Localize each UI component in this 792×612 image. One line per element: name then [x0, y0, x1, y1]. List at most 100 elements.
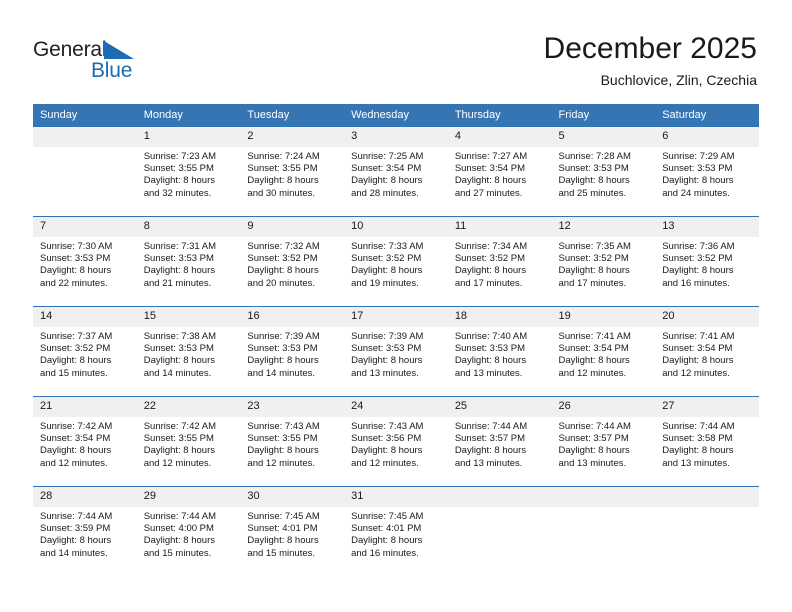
calendar-day-cell[interactable]: 5 Sunrise: 7:28 AM Sunset: 3:53 PM Daylight… [551, 126, 656, 217]
day-detail-line: and 17 minutes. [454, 277, 523, 289]
day-number: 14 [33, 307, 137, 327]
day-details: Sunrise: 7:40 AM Sunset: 3:53 PM Daylight:… [448, 327, 552, 380]
calendar-day-cell[interactable]: 24 Sunrise: 7:43 AM Sunset: 3:56 PM Dayligh… [344, 396, 448, 487]
day-detail-line: Daylight: 8 hours [662, 445, 734, 457]
day-detail-line: Sunset: 3:55 PM [143, 433, 214, 445]
day-detail-line: Sunrise: 7:44 AM [662, 421, 735, 432]
day-detail-line: Sunset: 3:53 PM [40, 253, 111, 265]
day-number: 28 [33, 487, 137, 507]
day-detail-line: Sunset: 3:56 PM [351, 433, 422, 445]
day-detail-line: Sunrise: 7:34 AM [454, 241, 528, 252]
calendar-day-cell[interactable]: 4 Sunrise: 7:27 AM Sunset: 3:54 PM Daylight… [447, 126, 552, 217]
calendar-day-cell[interactable]: 16 Sunrise: 7:39 AM Sunset: 3:53 PM Dayligh… [240, 306, 345, 397]
day-detail-line: Sunset: 4:01 PM [247, 523, 318, 535]
day-number: 27 [655, 397, 759, 417]
calendar-day-cell[interactable]: 12 Sunrise: 7:35 AM Sunset: 3:52 PM Dayligh… [551, 216, 656, 307]
day-details: Sunrise: 7:39 AM Sunset: 3:53 PM Daylight:… [240, 327, 344, 380]
day-detail-line: Sunrise: 7:41 AM [558, 331, 631, 342]
weekday-header-friday: Friday [551, 104, 656, 127]
day-detail-line: and 14 minutes. [143, 367, 212, 379]
day-detail-line: Sunrise: 7:41 AM [662, 331, 735, 342]
calendar-day-cell[interactable]: 29 Sunrise: 7:44 AM Sunset: 4:00 PM Dayligh… [136, 486, 241, 576]
day-detail-line: Sunset: 3:53 PM [247, 343, 318, 355]
calendar-day-cell[interactable]: 30 Sunrise: 7:45 AM Sunset: 4:01 PM Dayligh… [240, 486, 345, 576]
weekday-header-tuesday: Tuesday [240, 104, 345, 127]
calendar-day-cell[interactable]: 26 Sunrise: 7:44 AM Sunset: 3:57 PM Dayligh… [551, 396, 656, 487]
day-detail-line: Sunrise: 7:39 AM [351, 331, 424, 342]
calendar-day-cell[interactable]: 7 Sunrise: 7:30 AM Sunset: 3:53 PM Daylight… [33, 216, 137, 307]
calendar-day-cell[interactable]: 23 Sunrise: 7:43 AM Sunset: 3:55 PM Dayligh… [240, 396, 345, 487]
day-number: 1 [136, 127, 241, 147]
day-details: Sunrise: 7:37 AM Sunset: 3:52 PM Daylight:… [33, 327, 137, 380]
day-number [551, 487, 656, 507]
day-details [33, 147, 137, 151]
day-detail-line: Sunset: 3:54 PM [454, 163, 526, 175]
day-details: Sunrise: 7:28 AM Sunset: 3:53 PM Daylight:… [552, 147, 656, 200]
day-detail-line: Sunset: 3:52 PM [558, 253, 629, 265]
day-detail-line: Sunset: 3:59 PM [40, 523, 111, 535]
calendar-day-cell[interactable]: 11 Sunrise: 7:34 AM Sunset: 3:52 PM Dayligh… [447, 216, 552, 307]
day-detail-line: and 13 minutes. [454, 457, 523, 469]
calendar-day-cell[interactable]: 8 Sunrise: 7:31 AM Sunset: 3:53 PM Daylight… [136, 216, 241, 307]
day-detail-line: and 12 minutes. [662, 367, 730, 379]
day-number: 8 [136, 217, 241, 237]
day-detail-line: Sunrise: 7:33 AM [351, 241, 424, 252]
day-number [33, 127, 137, 147]
day-detail-line: and 27 minutes. [454, 187, 523, 199]
day-number: 21 [33, 397, 137, 417]
day-detail-line: Sunrise: 7:44 AM [558, 421, 631, 432]
calendar-day-cell[interactable]: 27 Sunrise: 7:44 AM Sunset: 3:58 PM Dayligh… [655, 396, 759, 487]
calendar-day-cell[interactable]: 20 Sunrise: 7:41 AM Sunset: 3:54 PM Dayligh… [655, 306, 759, 397]
day-detail-line: Sunset: 3:58 PM [662, 433, 733, 445]
page-title: December 2025 [543, 32, 757, 65]
day-detail-line: and 14 minutes. [247, 367, 316, 379]
calendar-day-cell[interactable]: 2 Sunrise: 7:24 AM Sunset: 3:55 PM Daylight… [240, 126, 345, 217]
calendar-day-cell[interactable]: 25 Sunrise: 7:44 AM Sunset: 3:57 PM Dayligh… [447, 396, 552, 487]
day-number: 11 [447, 217, 552, 237]
day-detail-line: and 12 minutes. [143, 457, 212, 469]
day-detail-line: and 16 minutes. [351, 547, 419, 559]
calendar-day-cell[interactable]: 9 Sunrise: 7:32 AM Sunset: 3:52 PM Daylight… [240, 216, 345, 307]
calendar-day-cell[interactable]: 3 Sunrise: 7:25 AM Sunset: 3:54 PM Daylight… [344, 126, 448, 217]
day-detail-line: Sunrise: 7:25 AM [351, 151, 424, 162]
day-details: Sunrise: 7:43 AM Sunset: 3:55 PM Daylight:… [240, 417, 344, 470]
day-detail-line: Sunrise: 7:37 AM [40, 331, 113, 342]
calendar-day-cell[interactable]: 21 Sunrise: 7:42 AM Sunset: 3:54 PM Dayligh… [33, 396, 137, 487]
day-detail-line: Daylight: 8 hours [454, 445, 527, 457]
day-detail-line: Daylight: 8 hours [558, 445, 630, 457]
day-detail-line: Sunset: 3:52 PM [247, 253, 318, 265]
calendar-day-cell[interactable]: 17 Sunrise: 7:39 AM Sunset: 3:53 PM Dayligh… [344, 306, 448, 397]
calendar-day-cell[interactable]: 28 Sunrise: 7:44 AM Sunset: 3:59 PM Dayligh… [33, 486, 137, 576]
day-number: 12 [551, 217, 656, 237]
calendar-day-cell[interactable]: 15 Sunrise: 7:38 AM Sunset: 3:53 PM Dayligh… [136, 306, 241, 397]
day-detail-line: Sunrise: 7:42 AM [40, 421, 113, 432]
day-detail-line: Sunrise: 7:29 AM [662, 151, 735, 162]
calendar-day-cell[interactable]: 22 Sunrise: 7:42 AM Sunset: 3:55 PM Dayligh… [136, 396, 241, 487]
day-number: 18 [447, 307, 552, 327]
day-detail-line: and 12 minutes. [558, 367, 627, 379]
calendar-day-cell[interactable]: 1 Sunrise: 7:23 AM Sunset: 3:55 PM Daylight… [136, 126, 241, 217]
calendar-day-cell[interactable]: 10 Sunrise: 7:33 AM Sunset: 3:52 PM Dayligh… [344, 216, 448, 307]
general-blue-logo[interactable]: General Blue [33, 38, 173, 86]
calendar-day-cell[interactable]: 19 Sunrise: 7:41 AM Sunset: 3:54 PM Dayligh… [551, 306, 656, 397]
weekday-header-thursday: Thursday [447, 104, 552, 127]
weekday-header-sunday: Sunday [33, 104, 137, 127]
day-details: Sunrise: 7:44 AM Sunset: 3:58 PM Daylight:… [655, 417, 759, 470]
calendar-day-cell[interactable]: 6 Sunrise: 7:29 AM Sunset: 3:53 PM Daylight… [655, 126, 759, 217]
day-detail-line: Sunrise: 7:44 AM [40, 511, 113, 522]
calendar-header-row: Sunday Monday Tuesday Wednesday Thursday… [33, 104, 759, 127]
calendar-day-cell[interactable]: 18 Sunrise: 7:40 AM Sunset: 3:53 PM Dayligh… [447, 306, 552, 397]
day-number [655, 487, 759, 507]
day-detail-line: Sunset: 3:53 PM [662, 163, 733, 175]
day-number: 25 [447, 397, 552, 417]
day-details [448, 507, 552, 511]
calendar-day-cell[interactable]: 13 Sunrise: 7:36 AM Sunset: 3:52 PM Dayligh… [655, 216, 759, 307]
day-detail-line: and 13 minutes. [351, 367, 419, 379]
day-details: Sunrise: 7:41 AM Sunset: 3:54 PM Daylight:… [552, 327, 656, 380]
calendar-day-cell[interactable]: 31 Sunrise: 7:45 AM Sunset: 4:01 PM Dayligh… [344, 486, 448, 576]
weekday-header-monday: Monday [136, 104, 241, 127]
day-detail-line: Sunset: 3:57 PM [454, 433, 526, 445]
day-number: 16 [240, 307, 345, 327]
calendar-day-cell[interactable]: 14 Sunrise: 7:37 AM Sunset: 3:52 PM Dayligh… [33, 306, 137, 397]
calendar-table: Sunday Monday Tuesday Wednesday Thursday… [33, 104, 759, 576]
